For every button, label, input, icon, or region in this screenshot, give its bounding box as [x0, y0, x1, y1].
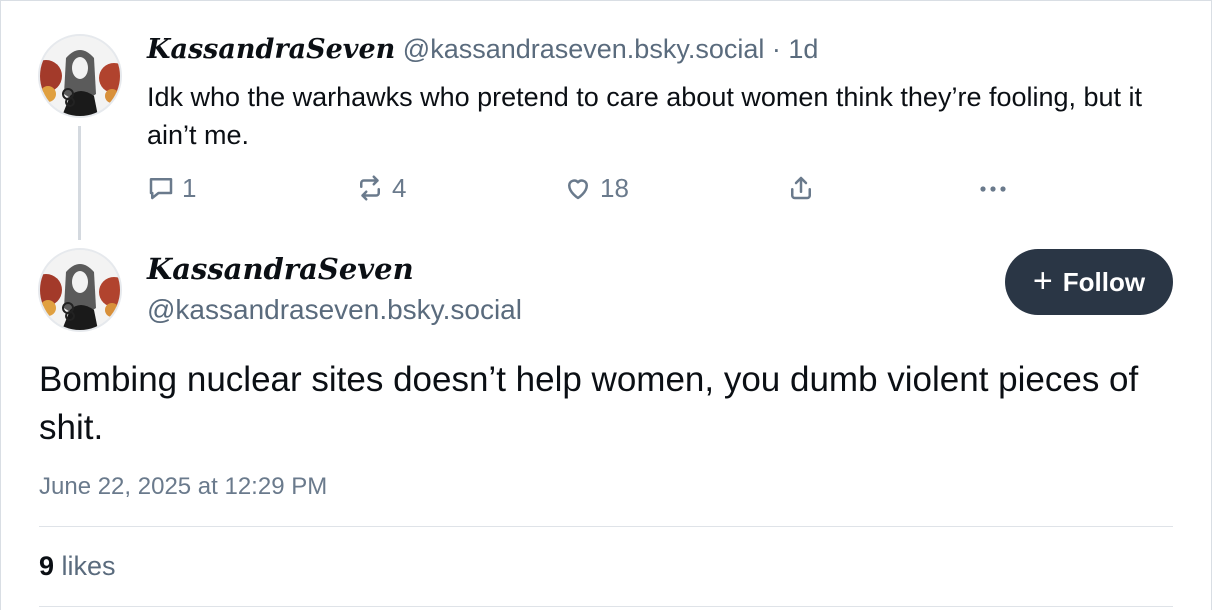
repost-count: 4 [392, 172, 407, 203]
parent-post-handle[interactable]: @kassandraseven.bsky.social [403, 34, 765, 64]
reply-count: 1 [182, 172, 197, 203]
avatar-image [40, 36, 120, 116]
divider [39, 526, 1173, 527]
parent-post-action-bar: 1 4 18 [0, 168, 1212, 208]
likes-label: likes [61, 551, 116, 581]
parent-post-header: KassandraSeven @kassandraseven.bsky.soci… [147, 34, 818, 65]
follow-button[interactable]: + Follow [1005, 249, 1173, 315]
likes-count: 9 [39, 551, 55, 581]
main-post-display-name[interactable]: KassandraSeven [147, 252, 414, 286]
parent-post-display-name[interactable]: KassandraSeven [147, 34, 395, 65]
follow-button-label: Follow [1062, 266, 1146, 297]
parent-post-text: Idk who the warhawks who pretend to care… [147, 82, 1143, 150]
header-separator: · [771, 34, 781, 64]
parent-post-avatar[interactable] [38, 34, 122, 118]
avatar-image [40, 250, 120, 330]
main-post-text: Bombing nuclear sites doesn’t help women… [39, 360, 1139, 447]
plus-icon: + [1032, 261, 1053, 300]
main-post-timestamp[interactable]: June 22, 2025 at 12:29 PM [39, 473, 327, 501]
repost-icon [360, 175, 380, 201]
main-post-handle[interactable]: @kassandraseven.bsky.social [147, 294, 522, 326]
main-post-avatar[interactable] [38, 248, 122, 332]
likes-summary[interactable]: 9 likes [39, 551, 116, 582]
parent-post-relative-time[interactable]: 1d [788, 34, 818, 64]
like-count: 18 [600, 172, 629, 203]
repost-button[interactable]: 4 [354, 168, 406, 208]
divider [39, 606, 1173, 607]
share-button[interactable] [786, 168, 816, 208]
like-icon [568, 179, 588, 200]
reply-icon [149, 178, 173, 200]
like-button[interactable]: 18 [562, 168, 629, 208]
more-options-button[interactable] [975, 168, 1011, 208]
more-options-icon [980, 186, 1006, 192]
share-icon [791, 176, 811, 200]
reply-button[interactable]: 1 [146, 168, 196, 208]
